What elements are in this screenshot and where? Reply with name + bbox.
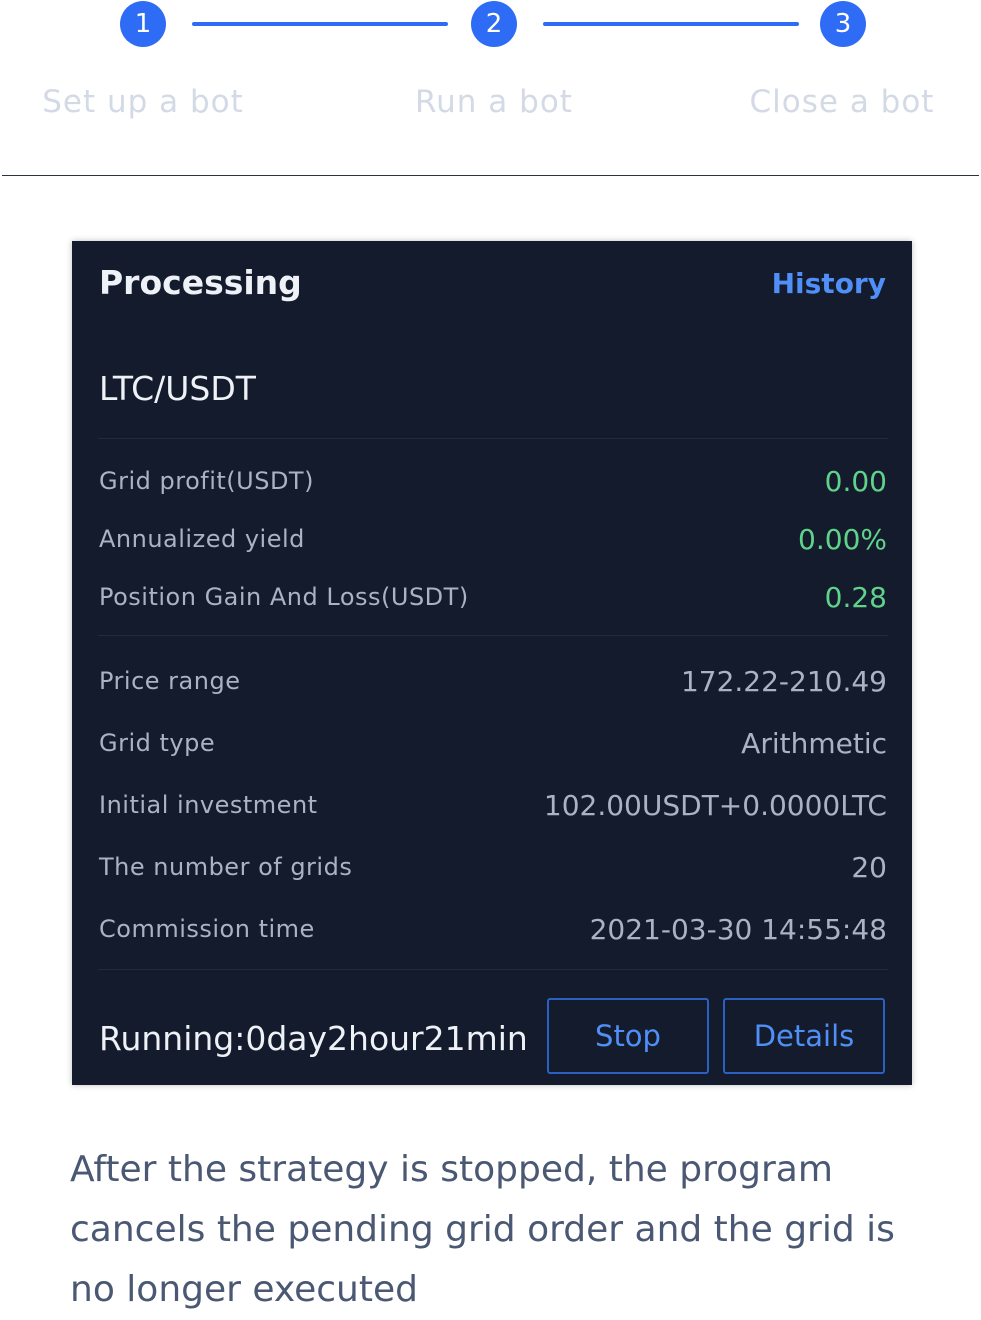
step-1-label: Set up a bot: [42, 84, 244, 120]
trading-pair: LTC/USDT: [99, 369, 256, 408]
commission-time-value: 2021-03-30 14:55:48: [589, 912, 887, 946]
commission-time-row: Commission time 2021-03-30 14:55:48: [99, 909, 887, 949]
initial-investment-row: Initial investment 102.00USDT+0.0000LTC: [99, 785, 887, 825]
step-1-badge: 1: [120, 1, 166, 47]
grid-profit-row: Grid profit(USDT) 0.00: [99, 461, 887, 501]
row-divider: [98, 635, 888, 636]
price-range-label: Price range: [99, 667, 241, 695]
step-connector-1: [192, 22, 448, 26]
initial-investment-value: 102.00USDT+0.0000LTC: [543, 788, 887, 822]
annualized-yield-label: Annualized yield: [99, 525, 305, 553]
position-gain-loss-row: Position Gain And Loss(USDT) 0.28: [99, 577, 887, 617]
grid-profit-label: Grid profit(USDT): [99, 467, 314, 495]
grid-bot-card: Processing History LTC/USDT Grid profit(…: [72, 241, 912, 1085]
step-3-label: Close a bot: [749, 84, 935, 120]
annualized-yield-row: Annualized yield 0.00%: [99, 519, 887, 559]
step-3-badge: 3: [820, 1, 866, 47]
stepper: 1 2 3 Set up a bot Run a bot Close a bot: [0, 0, 981, 176]
position-gain-loss-label: Position Gain And Loss(USDT): [99, 583, 469, 611]
running-duration: Running:0day2hour21min: [99, 1019, 528, 1058]
step-2-badge: 2: [471, 1, 517, 47]
card-title: Processing: [99, 263, 302, 302]
grid-type-value: Arithmetic: [741, 726, 887, 760]
stop-button[interactable]: Stop: [547, 998, 709, 1074]
position-gain-loss-value: 0.28: [824, 580, 887, 614]
row-divider: [98, 438, 888, 439]
annualized-yield-value: 0.00%: [798, 522, 887, 556]
number-of-grids-value: 20: [851, 850, 887, 884]
number-of-grids-row: The number of grids 20: [99, 847, 887, 887]
commission-time-label: Commission time: [99, 915, 315, 943]
section-divider: [2, 175, 979, 176]
initial-investment-label: Initial investment: [99, 791, 318, 819]
grid-profit-value: 0.00: [824, 464, 887, 498]
history-link[interactable]: History: [772, 267, 886, 300]
step-2-label: Run a bot: [415, 84, 573, 120]
step-connector-2: [543, 22, 799, 26]
details-button[interactable]: Details: [723, 998, 885, 1074]
grid-type-label: Grid type: [99, 729, 216, 757]
grid-type-row: Grid type Arithmetic: [99, 723, 887, 763]
caption-text: After the strategy is stopped, the progr…: [70, 1149, 895, 1310]
price-range-value: 172.22-210.49: [680, 664, 887, 698]
number-of-grids-label: The number of grids: [99, 853, 353, 881]
price-range-row: Price range 172.22-210.49: [99, 661, 887, 701]
row-divider: [98, 969, 888, 970]
